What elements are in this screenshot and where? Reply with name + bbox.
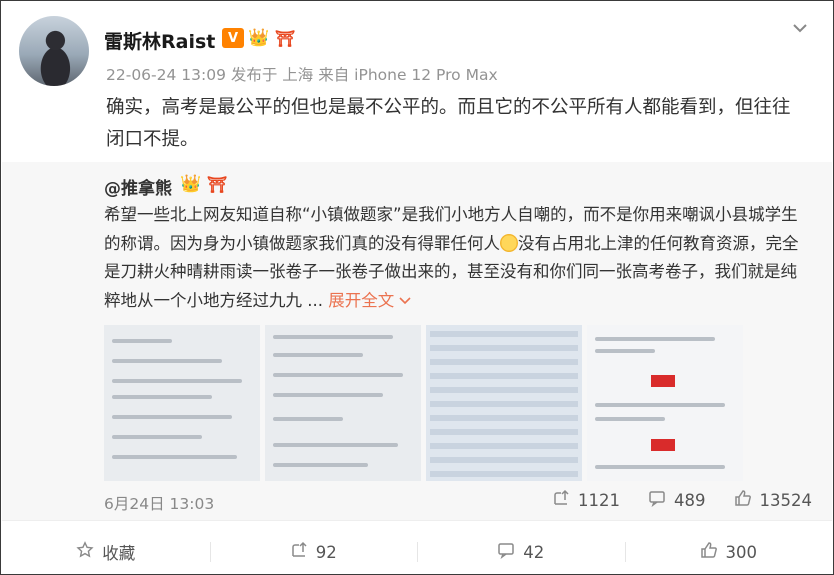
favorite-button[interactable]: 收藏 [2,532,210,572]
repost-time[interactable]: 6月24日 13:03 [104,492,214,514]
verified-badge-icon: V [222,28,244,48]
username[interactable]: 雷斯林Raist [104,27,215,54]
gate-icon: ⛩ [206,174,228,194]
like-icon [700,541,718,564]
avatar[interactable] [19,16,89,86]
chevron-down-icon [399,296,412,304]
divider [2,520,832,521]
comment-icon [497,541,515,564]
image-grid [104,325,743,481]
comment-icon [648,489,666,512]
repost-block[interactable]: @推拿熊 👑 ⛩ 希望一些北上网友知道自称“小镇做题家”是我们小地方人自嘲的，而… [2,162,832,520]
crown-icon: 👑 [180,174,202,194]
repost-icon [290,541,308,564]
chevron-down-icon[interactable] [790,18,810,38]
repost-badges: 👑 ⛩ [180,174,228,194]
user-badges: V 👑 ⛩ [222,28,296,48]
post-text: 确实，高考是最公平的但也是最不公平的。而且它的不公平所有人都能看到，但往往闭口不… [106,97,791,150]
image-thumbnail[interactable] [587,325,743,481]
image-thumbnail[interactable] [104,325,260,481]
image-thumbnail[interactable] [265,325,421,481]
repost-like-count[interactable]: 13524 [734,489,812,512]
gate-icon: ⛩ [274,28,296,48]
repost-button[interactable]: 92 [209,532,418,572]
post-meta: 22-06-24 13:09 发布于 上海 来自 iPhone 12 Pro M… [106,66,498,84]
image-thumbnail[interactable] [426,325,582,481]
repost-text: 希望一些北上网友知道自称“小镇做题家”是我们小地方人自嘲的，而不是你用来嘲讽小县… [104,201,809,315]
like-icon [734,489,752,512]
repost-icon [552,489,570,512]
repost-author[interactable]: @推拿熊 [104,174,172,199]
like-button[interactable]: 300 [624,532,833,572]
action-bar: 收藏 92 42 300 [2,532,832,572]
star-icon [76,540,94,564]
crown-icon: 👑 [248,28,270,48]
expand-link[interactable]: 展开全文 [328,291,412,310]
repost-comment-count[interactable]: 489 [648,489,706,512]
emoji-icon [500,233,518,252]
weibo-card: 雷斯林Raist V 👑 ⛩ 22-06-24 13:09 发布于 上海 来自 … [2,2,832,573]
comment-button[interactable]: 42 [417,532,625,572]
repost-repost-count[interactable]: 1121 [552,489,620,512]
repost-stats: 1121 489 13524 [552,489,812,512]
